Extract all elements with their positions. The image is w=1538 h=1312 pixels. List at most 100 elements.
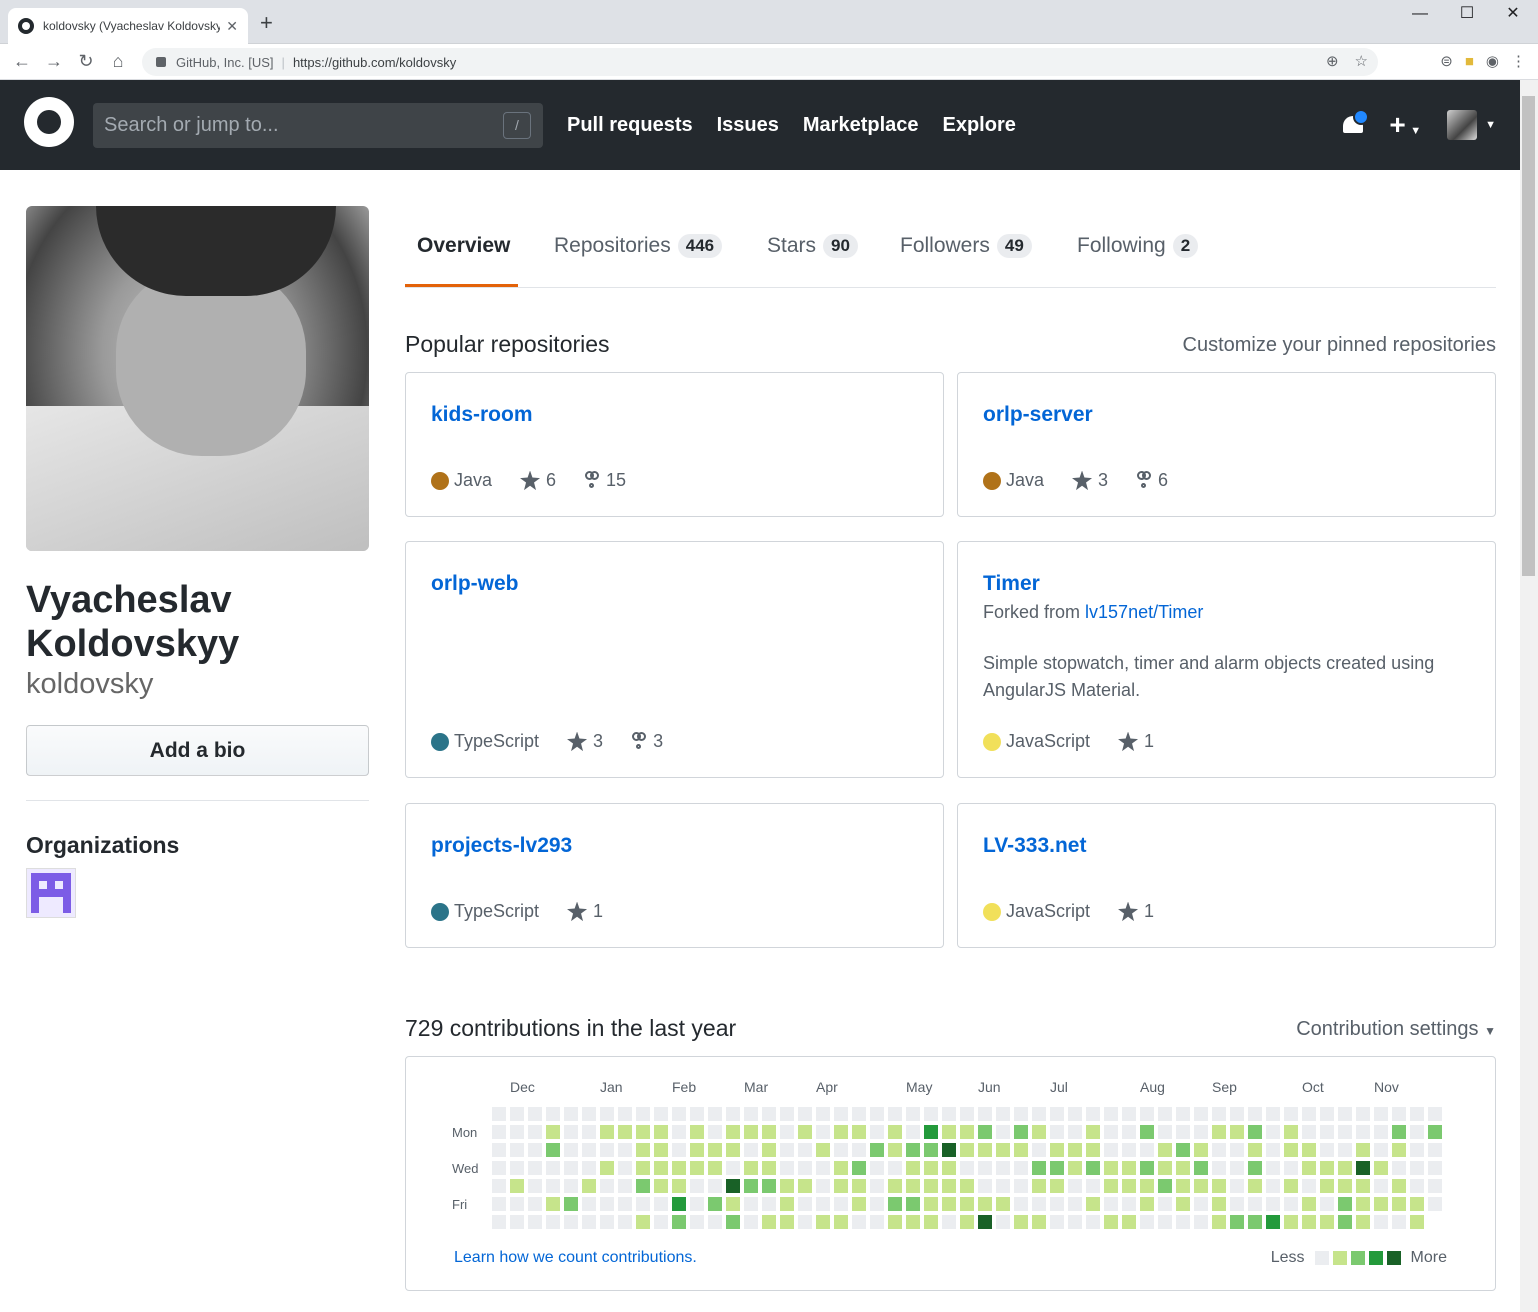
- contribution-day[interactable]: [1104, 1143, 1118, 1157]
- contribution-day[interactable]: [834, 1161, 848, 1175]
- contribution-day[interactable]: [600, 1197, 614, 1211]
- contribution-day[interactable]: [546, 1197, 560, 1211]
- contribution-day[interactable]: [1122, 1197, 1136, 1211]
- contribution-day[interactable]: [1104, 1215, 1118, 1229]
- contribution-day[interactable]: [870, 1179, 884, 1193]
- contribution-day[interactable]: [978, 1179, 992, 1193]
- contribution-day[interactable]: [618, 1215, 632, 1229]
- contribution-day[interactable]: [564, 1125, 578, 1139]
- contribution-day[interactable]: [942, 1179, 956, 1193]
- contribution-day[interactable]: [762, 1179, 776, 1193]
- contribution-day[interactable]: [618, 1161, 632, 1175]
- contribution-day[interactable]: [546, 1161, 560, 1175]
- contribution-day[interactable]: [1140, 1179, 1154, 1193]
- user-menu-dropdown[interactable]: ▼: [1447, 110, 1496, 140]
- repo-name-link[interactable]: Timer: [983, 572, 1040, 596]
- contribution-day[interactable]: [1230, 1179, 1244, 1193]
- contribution-day[interactable]: [942, 1125, 956, 1139]
- contribution-day[interactable]: [654, 1143, 668, 1157]
- contribution-day[interactable]: [852, 1161, 866, 1175]
- contribution-day[interactable]: [672, 1107, 686, 1121]
- contribution-day[interactable]: [1104, 1197, 1118, 1211]
- contribution-day[interactable]: [1302, 1215, 1316, 1229]
- contribution-day[interactable]: [1356, 1107, 1370, 1121]
- contribution-day[interactable]: [870, 1161, 884, 1175]
- contribution-day[interactable]: [636, 1179, 650, 1193]
- tab-stars[interactable]: Stars 90: [767, 234, 858, 258]
- contribution-day[interactable]: [1230, 1107, 1244, 1121]
- contribution-day[interactable]: [1086, 1197, 1100, 1211]
- contribution-day[interactable]: [1176, 1179, 1190, 1193]
- profile-avatar-icon[interactable]: ◉: [1486, 52, 1499, 70]
- contribution-day[interactable]: [978, 1125, 992, 1139]
- contribution-day[interactable]: [1176, 1107, 1190, 1121]
- contribution-day[interactable]: [564, 1143, 578, 1157]
- contribution-day[interactable]: [564, 1215, 578, 1229]
- contribution-day[interactable]: [1068, 1197, 1082, 1211]
- contribution-day[interactable]: [1302, 1161, 1316, 1175]
- contribution-day[interactable]: [744, 1161, 758, 1175]
- contribution-day[interactable]: [708, 1143, 722, 1157]
- contribution-day[interactable]: [636, 1125, 650, 1139]
- contribution-day[interactable]: [834, 1179, 848, 1193]
- contribution-day[interactable]: [510, 1179, 524, 1193]
- contribution-day[interactable]: [906, 1179, 920, 1193]
- contribution-day[interactable]: [1014, 1197, 1028, 1211]
- contribution-day[interactable]: [528, 1107, 542, 1121]
- contribution-day[interactable]: [834, 1143, 848, 1157]
- contribution-day[interactable]: [1284, 1143, 1298, 1157]
- contribution-day[interactable]: [510, 1125, 524, 1139]
- contribution-day[interactable]: [1086, 1215, 1100, 1229]
- contribution-day[interactable]: [708, 1107, 722, 1121]
- extension-badge-icon[interactable]: ■: [1465, 53, 1474, 70]
- zoom-icon[interactable]: ⊕: [1326, 52, 1339, 70]
- contribution-day[interactable]: [546, 1179, 560, 1193]
- contribution-day[interactable]: [600, 1179, 614, 1193]
- extension-icon[interactable]: ⊜: [1440, 52, 1453, 70]
- bookmark-star-icon[interactable]: ☆: [1355, 52, 1368, 70]
- contribution-day[interactable]: [852, 1107, 866, 1121]
- search-input[interactable]: Search or jump to... /: [93, 103, 543, 148]
- contribution-day[interactable]: [672, 1161, 686, 1175]
- contribution-day[interactable]: [1122, 1107, 1136, 1121]
- contribution-day[interactable]: [1050, 1179, 1064, 1193]
- contribution-day[interactable]: [924, 1125, 938, 1139]
- contribution-day[interactable]: [510, 1161, 524, 1175]
- contribution-day[interactable]: [744, 1197, 758, 1211]
- contribution-day[interactable]: [888, 1215, 902, 1229]
- contribution-day[interactable]: [1032, 1161, 1046, 1175]
- contribution-day[interactable]: [690, 1197, 704, 1211]
- contribution-day[interactable]: [762, 1143, 776, 1157]
- contribution-day[interactable]: [1248, 1161, 1262, 1175]
- contribution-day[interactable]: [1284, 1197, 1298, 1211]
- contribution-day[interactable]: [1248, 1197, 1262, 1211]
- contribution-day[interactable]: [852, 1197, 866, 1211]
- contribution-day[interactable]: [1248, 1179, 1262, 1193]
- contribution-day[interactable]: [690, 1179, 704, 1193]
- contribution-day[interactable]: [1284, 1107, 1298, 1121]
- contribution-day[interactable]: [1194, 1179, 1208, 1193]
- contribution-day[interactable]: [1302, 1179, 1316, 1193]
- contribution-day[interactable]: [1086, 1143, 1100, 1157]
- contribution-day[interactable]: [1086, 1179, 1100, 1193]
- repo-name-link[interactable]: kids-room: [431, 403, 533, 427]
- contribution-day[interactable]: [600, 1125, 614, 1139]
- contribution-day[interactable]: [1410, 1179, 1424, 1193]
- contribution-day[interactable]: [888, 1161, 902, 1175]
- contribution-day[interactable]: [924, 1179, 938, 1193]
- contribution-day[interactable]: [906, 1143, 920, 1157]
- contribution-day[interactable]: [924, 1107, 938, 1121]
- contribution-day[interactable]: [906, 1161, 920, 1175]
- contribution-day[interactable]: [1356, 1161, 1370, 1175]
- contribution-day[interactable]: [1410, 1125, 1424, 1139]
- contribution-day[interactable]: [1338, 1161, 1352, 1175]
- contribution-day[interactable]: [492, 1107, 506, 1121]
- contribution-day[interactable]: [1032, 1179, 1046, 1193]
- contribution-day[interactable]: [1014, 1161, 1028, 1175]
- contribution-day[interactable]: [1338, 1125, 1352, 1139]
- contribution-day[interactable]: [1374, 1143, 1388, 1157]
- contribution-day[interactable]: [960, 1179, 974, 1193]
- contribution-day[interactable]: [1338, 1107, 1352, 1121]
- contribution-day[interactable]: [996, 1125, 1010, 1139]
- contribution-day[interactable]: [1176, 1161, 1190, 1175]
